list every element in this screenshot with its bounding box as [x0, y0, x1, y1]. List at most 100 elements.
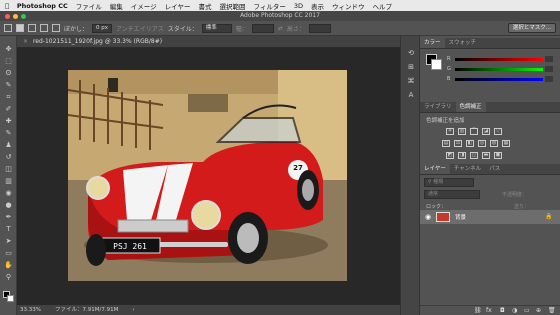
tab-libraries[interactable]: ライブラリ — [420, 102, 456, 112]
blend-mode-select[interactable]: 通常 — [424, 190, 480, 199]
layer-name[interactable]: 背景 — [455, 213, 466, 221]
menu-layer[interactable]: レイヤー — [165, 1, 191, 11]
new-layer-icon[interactable]: ⊕ — [536, 307, 541, 314]
eraser-icon[interactable]: ◫ — [3, 164, 14, 174]
tool-background-swatch[interactable] — [7, 295, 14, 302]
history-brush-icon[interactable]: ↺ — [3, 152, 14, 162]
antialias-checkbox[interactable]: アンチエイリアス — [116, 24, 164, 33]
menu-view[interactable]: 表示 — [311, 1, 324, 11]
menu-filter[interactable]: フィルター — [253, 1, 285, 11]
subtract-selection-icon[interactable] — [40, 24, 48, 32]
threshold-icon[interactable]: ◫ — [470, 152, 478, 159]
swap-icon[interactable]: ⇄ — [278, 25, 283, 32]
marquee-icon[interactable]: ⬚ — [3, 56, 14, 66]
tab-swatches[interactable]: スウォッチ — [445, 38, 481, 48]
add-selection-icon[interactable] — [28, 24, 36, 32]
pen-icon[interactable]: ✒ — [3, 212, 14, 222]
quick-select-icon[interactable]: ✎ — [3, 80, 14, 90]
menu-type[interactable]: 書式 — [198, 1, 211, 11]
adjustment-layer-icon[interactable]: ◑ — [512, 307, 517, 314]
menu-window[interactable]: ウィンドウ — [332, 1, 365, 11]
menu-app-name[interactable]: Photoshop CC — [17, 2, 68, 10]
hand-icon[interactable]: ✋ — [3, 260, 14, 270]
menu-help[interactable]: ヘルプ — [372, 1, 392, 11]
posterize-icon[interactable]: ◨ — [458, 152, 466, 159]
zoom-icon[interactable]: ⚲ — [3, 272, 14, 282]
black-white-icon[interactable]: ◧ — [466, 140, 474, 147]
close-tab-icon[interactable]: × — [23, 38, 28, 45]
red-slider[interactable]: R — [447, 56, 553, 63]
lasso-icon[interactable]: ʘ — [3, 68, 14, 78]
channel-mixer-icon[interactable]: ◍ — [490, 140, 498, 147]
tool-preset-icon[interactable] — [4, 24, 12, 32]
menu-select[interactable]: 選択範囲 — [219, 1, 245, 11]
blue-slider[interactable]: B — [447, 76, 553, 83]
brightness-icon[interactable]: ☀ — [446, 128, 454, 135]
menu-file[interactable]: ファイル — [76, 1, 102, 11]
layer-kind-filter[interactable]: ⚲ 種類 — [424, 178, 474, 187]
zoom-level[interactable]: 33.33% — [20, 305, 41, 315]
levels-icon[interactable]: ▥ — [458, 128, 466, 135]
hue-saturation-icon[interactable]: ▤ — [442, 140, 450, 147]
document-tab[interactable]: × red-1021511_1920f.jpg @ 33.3% (RGB/8#) — [17, 36, 400, 48]
gradient-map-icon[interactable]: ▬ — [482, 152, 490, 159]
libraries-panel-icon[interactable]: ⌘ — [405, 76, 417, 87]
rectangle-icon[interactable]: ▭ — [3, 248, 14, 258]
color-balance-icon[interactable]: ⚖ — [454, 140, 462, 147]
apple-icon[interactable]:  — [5, 2, 9, 10]
exposure-icon[interactable]: ◪ — [482, 128, 490, 135]
layer-row-background[interactable]: ◉ 背景 🔒 — [420, 210, 560, 224]
close-window-icon[interactable] — [5, 14, 10, 19]
menu-image[interactable]: イメージ — [131, 1, 157, 11]
intersect-selection-icon[interactable] — [52, 24, 60, 32]
vibrance-icon[interactable]: ▽ — [494, 128, 502, 135]
tab-adjustments[interactable]: 色調補正 — [455, 102, 486, 112]
menu-3d[interactable]: 3D — [294, 2, 303, 10]
maximize-window-icon[interactable] — [21, 14, 26, 19]
character-panel-icon[interactable]: A — [405, 90, 417, 101]
tab-color[interactable]: カラー — [420, 38, 445, 48]
menu-edit[interactable]: 編集 — [110, 1, 123, 11]
move-icon[interactable]: ✥ — [3, 44, 14, 54]
tab-paths[interactable]: パス — [485, 164, 504, 174]
visibility-eye-icon[interactable]: ◉ — [425, 213, 431, 221]
type-icon[interactable]: T — [3, 224, 14, 234]
new-group-icon[interactable]: ▭ — [524, 307, 530, 314]
curves-icon[interactable]: ⌒ — [470, 128, 478, 135]
eyedropper-icon[interactable]: ✐ — [3, 104, 14, 114]
color-lookup-icon[interactable]: ▦ — [502, 140, 510, 147]
path-select-icon[interactable]: ➤ — [3, 236, 14, 246]
tab-layers[interactable]: レイヤー — [420, 164, 450, 174]
brush-icon[interactable]: ✎ — [3, 128, 14, 138]
layer-mask-icon[interactable]: ◘ — [500, 307, 505, 314]
feather-input[interactable]: 0 px — [92, 23, 113, 33]
healing-brush-icon[interactable]: ✚ — [3, 116, 14, 126]
height-input[interactable] — [308, 23, 331, 33]
file-size[interactable]: ファイル：7.91M/7.91M — [55, 305, 118, 315]
crop-icon[interactable]: ⌗ — [3, 92, 14, 102]
selective-color-icon[interactable]: ◼ — [494, 152, 502, 159]
gradient-icon[interactable]: ▥ — [3, 176, 14, 186]
link-layers-icon[interactable]: ⛓ — [474, 307, 482, 314]
trash-icon[interactable]: 🗑 — [548, 307, 556, 314]
style-select[interactable]: 標準 — [201, 23, 232, 33]
width-input[interactable] — [251, 23, 274, 33]
invert-icon[interactable]: ◩ — [446, 152, 454, 159]
tab-channels[interactable]: チャンネル — [450, 164, 485, 174]
history-panel-icon[interactable]: ⟲ — [405, 48, 417, 59]
new-selection-icon[interactable] — [16, 24, 24, 32]
blur-icon[interactable]: ◉ — [3, 188, 14, 198]
dodge-icon[interactable]: ● — [3, 200, 14, 210]
properties-panel-icon[interactable]: ⊞ — [405, 62, 417, 73]
clone-stamp-icon[interactable]: ♟ — [3, 140, 14, 150]
document-image[interactable]: PSJ 261 27 — [68, 70, 347, 281]
photo-filter-icon[interactable]: ◎ — [478, 140, 486, 147]
background-color-swatch[interactable] — [431, 59, 442, 70]
layer-style-icon[interactable]: fx — [486, 307, 492, 314]
status-arrow-icon[interactable]: › — [132, 305, 134, 315]
width-label: 幅： — [235, 25, 248, 33]
select-and-mask-button[interactable]: 選択とマスク... — [507, 23, 556, 33]
panel-dock: ⟲ ⊞ ⌘ A — [400, 36, 420, 315]
minimize-window-icon[interactable] — [13, 14, 18, 19]
green-slider[interactable]: G — [447, 66, 553, 73]
